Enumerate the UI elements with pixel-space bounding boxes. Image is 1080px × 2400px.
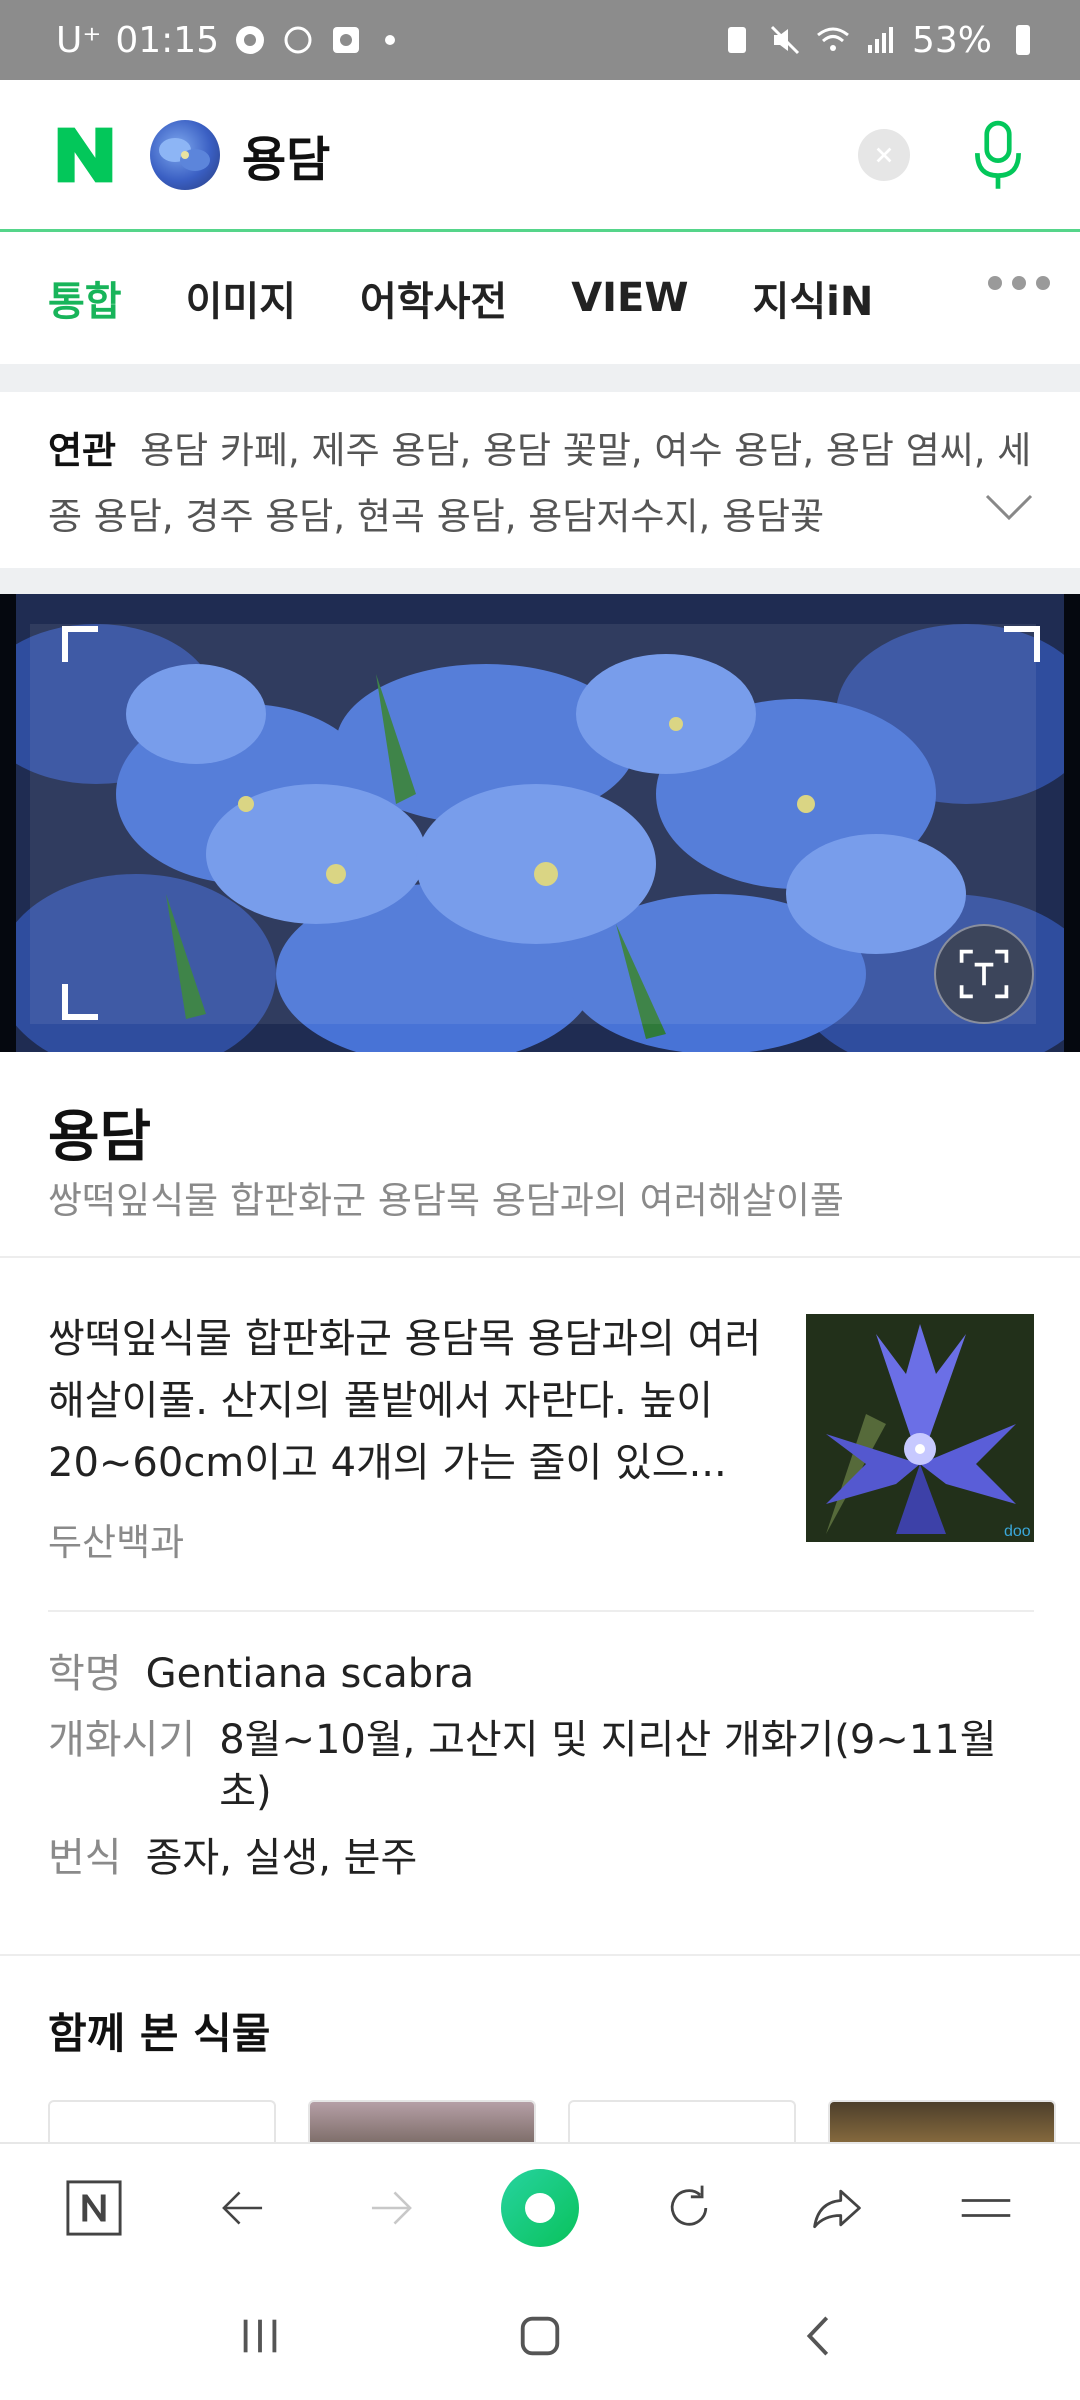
- menu-button[interactable]: [931, 2153, 1041, 2263]
- clear-search-button[interactable]: [858, 128, 910, 181]
- related-items[interactable]: 용담 카페, 제주 용담, 용담 꽃말, 여수 용담, 용담 염씨, 세종 용담…: [48, 429, 1031, 538]
- green-dot-button[interactable]: [485, 2153, 595, 2263]
- share-button[interactable]: [782, 2153, 892, 2263]
- property-key: 학명: [48, 1651, 122, 1697]
- search-image-thumbnail[interactable]: [150, 119, 220, 190]
- signal-icon: [867, 27, 893, 53]
- crop-corner: [62, 626, 98, 662]
- property-row: 번식 종자, 실생, 분주: [48, 1832, 1038, 1884]
- plant-card[interactable]: [568, 2100, 796, 2146]
- wifi-icon: [817, 27, 849, 51]
- plant-card[interactable]: [828, 2100, 1056, 2146]
- related-label: 연관: [48, 429, 117, 472]
- tab-images[interactable]: 이미지: [186, 269, 296, 327]
- search-tabs: 통합 이미지 어학사전 VIEW 지식iN: [0, 232, 1080, 364]
- seen-together-cards: [48, 2100, 1056, 2146]
- close-icon: [876, 147, 892, 162]
- system-navigation-bar: [0, 2272, 1080, 2400]
- more-tabs-button[interactable]: [988, 276, 1050, 290]
- mute-icon: [770, 25, 800, 55]
- browser-toolbar: [0, 2142, 1080, 2272]
- battery-saver-icon: [727, 27, 746, 53]
- image-watermark: doo: [1004, 1523, 1031, 1540]
- crop-corner: [1004, 626, 1040, 662]
- arrow-left-icon: [221, 2191, 262, 2225]
- divider: [0, 1954, 1080, 1956]
- hamburger-menu-icon: [961, 2199, 1010, 2217]
- seen-together-title: 함께 본 식물: [48, 2009, 271, 2058]
- battery-icon: [1016, 25, 1030, 55]
- refresh-button[interactable]: [634, 2153, 744, 2263]
- tab-knowledge-in[interactable]: 지식iN: [753, 269, 874, 327]
- text-scan-icon: [959, 949, 1009, 999]
- crop-corner: [62, 984, 98, 1020]
- camera-aperture-icon: [236, 26, 265, 54]
- divider: [0, 1256, 1080, 1258]
- plant-card[interactable]: [48, 2100, 276, 2146]
- encyclopedia-description[interactable]: 쌍떡잎식물 합판화군 용담목 용담과의 여러해살이풀. 산지의 풀밭에서 자란다…: [48, 1308, 768, 1494]
- status-bar: U⁺ 01:15 53%: [0, 0, 1080, 80]
- tab-view[interactable]: VIEW: [571, 275, 688, 321]
- green-dot-icon: [500, 2169, 579, 2247]
- info-subtitle: 쌍떡잎식물 합판화군 용담목 용담과의 여러해살이풀: [48, 1179, 844, 1222]
- tab-dictionary[interactable]: 어학사전: [360, 269, 507, 327]
- section-divider: [0, 364, 1080, 392]
- plant-card[interactable]: [308, 2100, 536, 2146]
- voice-search-button[interactable]: [966, 115, 1030, 195]
- home-icon[interactable]: [516, 2312, 564, 2360]
- info-title: 용담: [48, 1105, 152, 1170]
- gentian-closeup-image: doo: [806, 1314, 1034, 1542]
- plant-properties: 학명 Gentiana scabra 개화시기 8월~10월, 고산지 및 지리…: [48, 1648, 1038, 1898]
- recent-apps-icon[interactable]: [236, 2312, 284, 2360]
- related-searches: 연관 용담 카페, 제주 용담, 용담 꽃말, 여수 용담, 용담 염씨, 세종 …: [0, 392, 1080, 568]
- app-notification-icon: [333, 27, 360, 53]
- carrier-label: U⁺: [56, 19, 102, 61]
- text-recognition-button[interactable]: [934, 924, 1034, 1024]
- property-key: 개화시기: [48, 1717, 196, 1763]
- more-dots-icon: [988, 276, 1002, 290]
- property-value: 8월~10월, 고산지 및 지리산 개화기(9~11월 초): [219, 1717, 997, 1815]
- section-divider: [0, 568, 1080, 594]
- property-row: 개화시기 8월~10월, 고산지 및 지리산 개화기(9~11월 초): [48, 1714, 1038, 1818]
- property-value: Gentiana scabra: [145, 1651, 475, 1697]
- encyclopedia-source[interactable]: 두산백과: [48, 1512, 184, 1566]
- forward-button[interactable]: [336, 2153, 446, 2263]
- property-key: 번식: [48, 1835, 122, 1881]
- naver-n-icon: [66, 2180, 122, 2236]
- search-query[interactable]: 용담: [242, 120, 858, 190]
- back-button[interactable]: [188, 2153, 298, 2263]
- divider: [48, 1610, 1034, 1612]
- naver-logo-icon[interactable]: [50, 120, 120, 190]
- search-header: 용담: [0, 80, 1080, 232]
- chevron-down-icon[interactable]: [984, 492, 1034, 522]
- property-row: 학명 Gentiana scabra: [48, 1648, 1038, 1700]
- result-hero-image[interactable]: [0, 594, 1080, 1052]
- more-notifications-dot: [385, 35, 396, 45]
- clock: 01:15: [115, 19, 220, 61]
- property-value: 종자, 실생, 분주: [145, 1835, 418, 1881]
- tab-integrated[interactable]: 통합: [48, 269, 122, 327]
- battery-percent: 53%: [911, 19, 992, 61]
- encyclopedia-thumbnail[interactable]: doo: [806, 1314, 1034, 1542]
- gentian-flowers-image: [16, 594, 1064, 1052]
- microphone-icon: [975, 120, 1021, 189]
- arrow-right-icon: [372, 2191, 413, 2225]
- back-nav-icon[interactable]: [796, 2312, 844, 2360]
- refresh-icon: [670, 2185, 707, 2226]
- share-arrow-icon: [813, 2189, 861, 2229]
- sync-icon: [284, 26, 312, 54]
- naver-home-button[interactable]: [39, 2153, 149, 2263]
